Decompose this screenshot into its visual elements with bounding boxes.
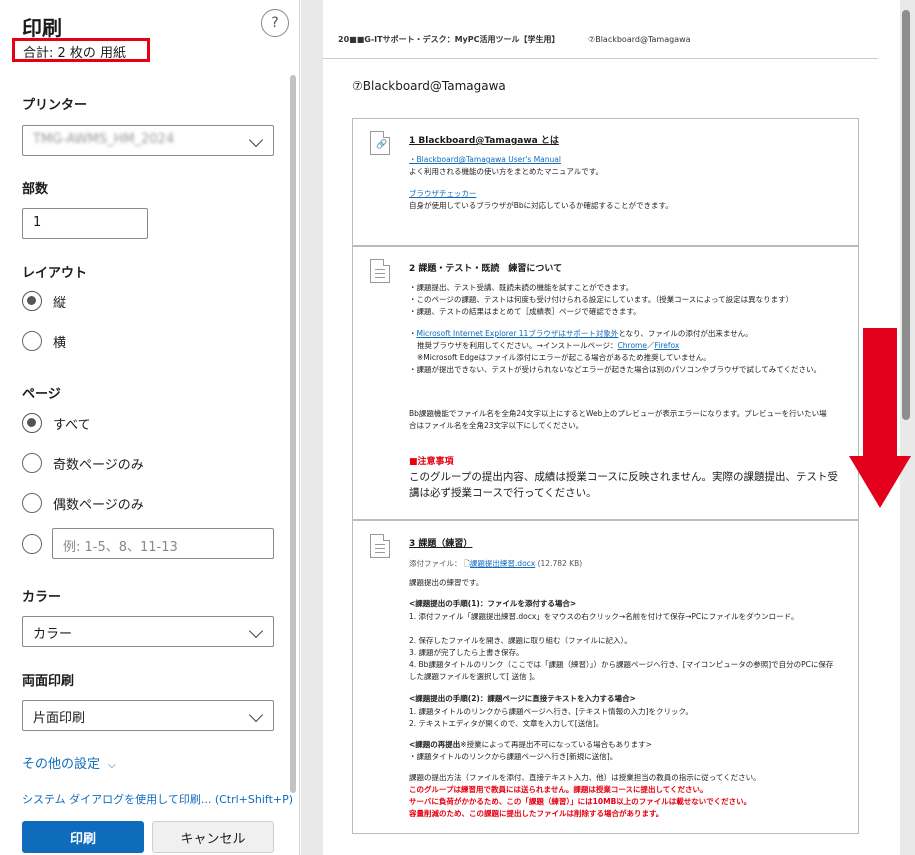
more-settings-link[interactable]: その他の設定 ⌵ bbox=[22, 753, 116, 772]
page-header-left: 20■■G-ITサポート・デスク：MyPC活用ツール【学生用】 bbox=[338, 35, 560, 44]
layout-landscape-radio[interactable]: 横 bbox=[22, 331, 66, 351]
section-1-text1: よく利用される機能の使い方をまとめたマニュアルです。 bbox=[409, 167, 604, 176]
layout-landscape-label: 横 bbox=[53, 335, 67, 351]
manual-link[interactable]: ・Blackboard@Tamagawa User's Manual bbox=[409, 155, 561, 164]
procedure-1-heading: <課題提出の手順(1)：ファイルを添付する場合> bbox=[409, 599, 577, 608]
panel-scrollbar[interactable] bbox=[290, 75, 296, 793]
print-button[interactable]: 印刷 bbox=[22, 821, 144, 853]
chrome-link[interactable]: Chrome bbox=[618, 341, 647, 350]
down-arrow-icon bbox=[863, 328, 897, 456]
procedure-1-step4: 4. Bb課題タイトルのリンク（ここでは「課題（練習）」）から課題ページへ行き、… bbox=[409, 660, 834, 681]
section-2-line4: となり、ファイルの添付が出来ません。 bbox=[618, 329, 753, 338]
procedure-1-step1: 1. 添付ファイル「課題提出練習.docx」をマウスの右クリック→名前を付けて保… bbox=[409, 612, 799, 621]
section-2-line8: Bb課題機能でファイル名を全角24文字以上にするとWeb上のプレビューが表示エラ… bbox=[409, 409, 827, 430]
section-1-heading: 1 Blackboard@Tamagawa とは bbox=[409, 136, 559, 146]
printer-value: TMG-AWMS_HM_2024 bbox=[33, 132, 175, 147]
section-1-text2: 自身が使用しているブラウザがBbに対応しているか確認することができます。 bbox=[409, 201, 673, 210]
chevron-down-icon bbox=[248, 623, 264, 639]
radio-icon bbox=[22, 331, 42, 351]
section-1-box: 🔗 1 Blackboard@Tamagawa とは ・Blackboard@T… bbox=[352, 118, 859, 246]
procedure-2-heading: <課題提出の手順(2)：課題ページに直接テキストを入力する場合> bbox=[409, 694, 636, 703]
pages-all-radio[interactable]: すべて bbox=[22, 413, 91, 433]
duplex-select[interactable]: 片面印刷 bbox=[22, 700, 274, 731]
notice-text: このグループの提出内容、成績は授業コースに反映されません。実際の課題提出、テスト… bbox=[409, 471, 839, 499]
more-settings-label: その他の設定 bbox=[22, 757, 101, 772]
warning-2: サーバに負荷がかかるため、この「課題（練習）」には10MB以上のファイルは載せな… bbox=[409, 797, 752, 806]
radio-selected-icon bbox=[22, 291, 42, 311]
cancel-button[interactable]: キャンセル bbox=[152, 821, 274, 853]
section-2-line2: ・このページの課題、テストは何度も受け付けられる設定にしています。（授業コースに… bbox=[409, 295, 794, 304]
resubmit-note: ※授業によって再提出不可になっている場合もあります> bbox=[460, 740, 652, 749]
radio-icon bbox=[22, 534, 42, 554]
procedure-2-step1: 1. 課題タイトルのリンクから課題ページへ行き、[テキスト情報の入力]をクリック… bbox=[409, 707, 693, 716]
section-2-box: 2 課題・テスト・既読 練習について ・課題提出、テスト受講、既読未読の機能を試… bbox=[352, 246, 859, 520]
header-divider bbox=[323, 58, 878, 59]
procedure-1-step2: 2. 保存したファイルを開き、課題に取り組む（ファイルに記入）。 bbox=[409, 636, 632, 645]
browser-checker-link[interactable]: ブラウザチェッカー bbox=[409, 189, 477, 198]
help-icon[interactable]: ? bbox=[261, 9, 289, 37]
section-2-line5: 推奨ブラウザを利用してください。→インストールページ： bbox=[417, 341, 618, 350]
duplex-label: 両面印刷 bbox=[22, 674, 75, 689]
page-header: 20■■G-ITサポート・デスク：MyPC活用ツール【学生用】 ⑦Blackbo… bbox=[338, 34, 691, 45]
section-3-heading: 3 課題（練習） bbox=[409, 539, 473, 549]
resubmit-step1: ・課題タイトルのリンクから課題ページへ行き[新規に送信]。 bbox=[409, 752, 618, 761]
chevron-down-icon: ⌵ bbox=[108, 760, 116, 771]
down-arrow-head-icon bbox=[849, 456, 911, 508]
pages-label: ページ bbox=[22, 387, 61, 402]
ie11-link[interactable]: Microsoft Internet Explorer 11ブラウザはサポート対… bbox=[417, 329, 619, 338]
printer-select[interactable]: TMG-AWMS_HM_2024 bbox=[22, 125, 274, 156]
printer-label: プリンター bbox=[22, 98, 88, 113]
layout-label: レイアウト bbox=[22, 266, 88, 281]
document-icon bbox=[370, 534, 390, 558]
section-3-box: 3 課題（練習） 添付ファイル： 🗋課題提出練習.docx (12.782 KB… bbox=[352, 520, 859, 834]
chevron-down-icon bbox=[248, 132, 264, 148]
attach-label: 添付ファイル： bbox=[409, 559, 462, 568]
resubmit-heading: <課題の再提出 bbox=[409, 740, 461, 749]
notice-heading: ■注意事項 bbox=[409, 457, 454, 467]
chevron-down-icon bbox=[248, 707, 264, 723]
color-select[interactable]: カラー bbox=[22, 616, 274, 647]
section-2-heading: 2 課題・テスト・既読 練習について bbox=[409, 264, 563, 274]
copies-label: 部数 bbox=[22, 182, 49, 197]
page-header-right: ⑦Blackboard@Tamagawa bbox=[588, 35, 691, 44]
layout-portrait-label: 縦 bbox=[53, 295, 67, 311]
print-settings-panel: 印刷 ? 合計: 2 枚の 用紙 プリンター TMG-AWMS_HM_2024 … bbox=[0, 0, 300, 855]
layout-portrait-radio[interactable]: 縦 bbox=[22, 291, 66, 311]
pages-even-label: 偶数ページのみ bbox=[53, 497, 144, 513]
pages-odd-radio[interactable]: 奇数ページのみ bbox=[22, 453, 144, 473]
radio-selected-icon bbox=[22, 413, 42, 433]
procedure-1-step3: 3. 課題が完了したら上書き保存。 bbox=[409, 648, 524, 657]
warning-3: 容量削減のため、この課題に提出したファイルは削除する場合があります。 bbox=[409, 809, 664, 818]
dialog-title: 印刷 bbox=[22, 16, 62, 40]
procedure-2-step2: 2. テキストエディタが開くので、文章を入力して[送信]。 bbox=[409, 719, 604, 728]
section-2-line7: ・課題が提出できない、テストが受けられないなどエラーが起きた場合は別のパソコンや… bbox=[409, 365, 822, 374]
duplex-value: 片面印刷 bbox=[33, 711, 86, 726]
pages-odd-label: 奇数ページのみ bbox=[53, 457, 144, 473]
page-title: ⑦Blackboard@Tamagawa bbox=[352, 79, 506, 93]
warning-1: このグループは練習用で教員には送られません。課題は授業コースに提出してください。 bbox=[409, 785, 708, 794]
attachment-link[interactable]: 課題提出練習.docx bbox=[470, 559, 535, 568]
pages-all-label: すべて bbox=[53, 417, 91, 433]
copies-input[interactable]: 1 bbox=[22, 208, 148, 239]
pages-custom-radio[interactable] bbox=[22, 534, 53, 554]
attachment-size: (12.782 KB) bbox=[537, 559, 583, 568]
pages-even-radio[interactable]: 偶数ページのみ bbox=[22, 493, 144, 513]
color-label: カラー bbox=[22, 590, 62, 605]
section-2-line3: ・課題、テストの結果はまとめて［成績表］ページで確認できます。 bbox=[409, 307, 641, 316]
radio-icon bbox=[22, 453, 42, 473]
section-2-line6: ※Microsoft Edgeはファイル添付にエラーが起こる場合があるため推奨し… bbox=[417, 353, 711, 362]
section-3-intro: 課題提出の練習です。 bbox=[409, 578, 484, 587]
firefox-link[interactable]: Firefox bbox=[654, 341, 679, 350]
link-document-icon: 🔗 bbox=[370, 131, 390, 155]
preview-scrollbar[interactable] bbox=[902, 10, 910, 420]
section-2-line1: ・課題提出、テスト受講、既読未読の機能を試すことができます。 bbox=[409, 283, 634, 292]
document-icon bbox=[370, 259, 390, 283]
radio-icon bbox=[22, 493, 42, 513]
submission-method: 課題の提出方法（ファイルを添付、直接テキスト入力、他）は授業担当の教員の指示に従… bbox=[409, 773, 761, 782]
color-value: カラー bbox=[33, 627, 73, 642]
total-sheets-label: 合計: 2 枚の 用紙 bbox=[12, 38, 150, 62]
page-range-input[interactable]: 例: 1-5、8、11-13 bbox=[52, 528, 274, 559]
system-dialog-link[interactable]: システム ダイアログを使用して印刷... (Ctrl+Shift+P) bbox=[22, 791, 293, 807]
